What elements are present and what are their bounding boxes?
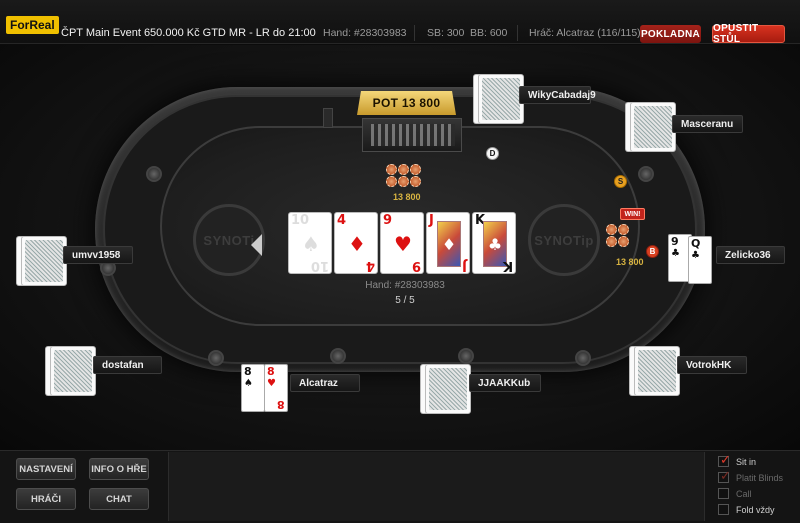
rail-cup xyxy=(638,166,654,182)
option-fold-always[interactable]: Fold vždy xyxy=(718,504,775,515)
chip xyxy=(386,176,397,187)
option-call[interactable]: Call xyxy=(718,488,752,499)
chat-panel[interactable] xyxy=(168,452,705,521)
option-sit-in[interactable]: ✓ Sit in xyxy=(718,453,756,468)
player-name-zelicko[interactable]: Zelicko36 xyxy=(716,246,785,264)
zelicko-card: Q ♣ xyxy=(688,236,712,284)
dealer-button: D xyxy=(486,147,499,160)
winner-chips xyxy=(606,224,629,247)
winner-chips-amount: 13 800 xyxy=(616,257,644,267)
player-name-wiky[interactable]: WikyCabadaj9 xyxy=(519,86,596,104)
board-card: 10 ♠ 10 xyxy=(288,212,332,274)
card-back xyxy=(50,346,96,396)
sit-in-checkbox[interactable]: ✓ xyxy=(718,453,731,468)
cashier-button[interactable]: POKLADNA xyxy=(640,25,701,43)
board-card: J ♦ J xyxy=(426,212,470,274)
dealer-chip-tray xyxy=(362,118,462,152)
rail-cup xyxy=(146,166,162,182)
small-blind-info: SB: 300 xyxy=(427,27,465,39)
alcatraz-card: 8 ♥ 8 xyxy=(264,364,288,412)
divider xyxy=(414,25,415,41)
chat-button[interactable]: CHAT xyxy=(89,488,149,510)
chip xyxy=(386,164,397,175)
card-back xyxy=(478,74,524,124)
chip xyxy=(618,224,629,235)
dealer-post xyxy=(323,108,333,128)
rail-cup xyxy=(208,350,224,366)
card-back xyxy=(425,364,471,414)
pot-chips xyxy=(386,164,421,187)
small-blind-marker: S xyxy=(614,175,627,188)
table-logo-right: SYNOTip xyxy=(528,204,600,276)
game-info-button[interactable]: INFO O HŘE xyxy=(89,458,149,480)
settings-button[interactable]: NASTAVENÍ xyxy=(16,458,76,480)
rail-cup xyxy=(575,350,591,366)
players-button[interactable]: HRÁČI xyxy=(16,488,76,510)
event-title: ČPT Main Event 650.000 Kč GTD MR - LR do… xyxy=(61,27,316,39)
divider xyxy=(517,25,518,41)
pot-chips-amount: 13 800 xyxy=(393,192,421,202)
hand-number: Hand: #28303983 xyxy=(323,27,407,39)
leave-table-button[interactable]: OPUSTIT STŮL xyxy=(712,23,785,45)
chip xyxy=(606,224,617,235)
alcatraz-card: 8 ♠ xyxy=(241,364,265,412)
chip xyxy=(410,176,421,187)
call-checkbox[interactable] xyxy=(718,488,729,499)
win-badge: WIN! xyxy=(620,208,645,220)
chip xyxy=(606,236,617,247)
player-name-jjaakkub[interactable]: JJAAKKub xyxy=(469,374,541,392)
player-info: Hráč: Alcatraz (116/115) xyxy=(529,27,641,39)
board-card: 4 ♦ 4 xyxy=(334,212,378,274)
big-blind-marker: B xyxy=(646,245,659,258)
rail-cup xyxy=(330,348,346,364)
player-name-masceranu[interactable]: Masceranu xyxy=(672,115,743,133)
chip xyxy=(398,176,409,187)
rail-cup xyxy=(458,348,474,364)
card-back xyxy=(21,236,67,286)
player-name-dostafan[interactable]: dostafan xyxy=(93,356,162,374)
chip xyxy=(618,236,629,247)
chip xyxy=(410,164,421,175)
board-card: 9 ♥ 9 xyxy=(380,212,424,274)
chip xyxy=(398,164,409,175)
player-name-votrok[interactable]: VotrokHK xyxy=(677,356,747,374)
board-count: 5 / 5 xyxy=(395,295,415,306)
platit-blinds-checkbox[interactable]: ✓ xyxy=(718,469,731,484)
board-card: K ♣ K xyxy=(472,212,516,274)
fold-always-checkbox[interactable] xyxy=(718,504,729,515)
forreal-badge: ForReal xyxy=(6,16,59,34)
big-blind-info: BB: 600 xyxy=(470,27,508,39)
pot-banner: POT 13 800 xyxy=(357,91,456,115)
seat-arrow-icon[interactable] xyxy=(251,234,262,256)
card-back xyxy=(630,102,676,152)
player-name-alcatraz[interactable]: Alcatraz xyxy=(290,374,360,392)
top-bar: ForReal ČPT Main Event 650.000 Kč GTD MR… xyxy=(0,0,800,45)
card-back xyxy=(634,346,680,396)
option-platit-blinds[interactable]: ✓ Platit Blinds xyxy=(718,469,783,484)
player-name-umvv[interactable]: umvv1958 xyxy=(63,246,133,264)
hand-info: Hand: #28303983 xyxy=(365,280,445,291)
